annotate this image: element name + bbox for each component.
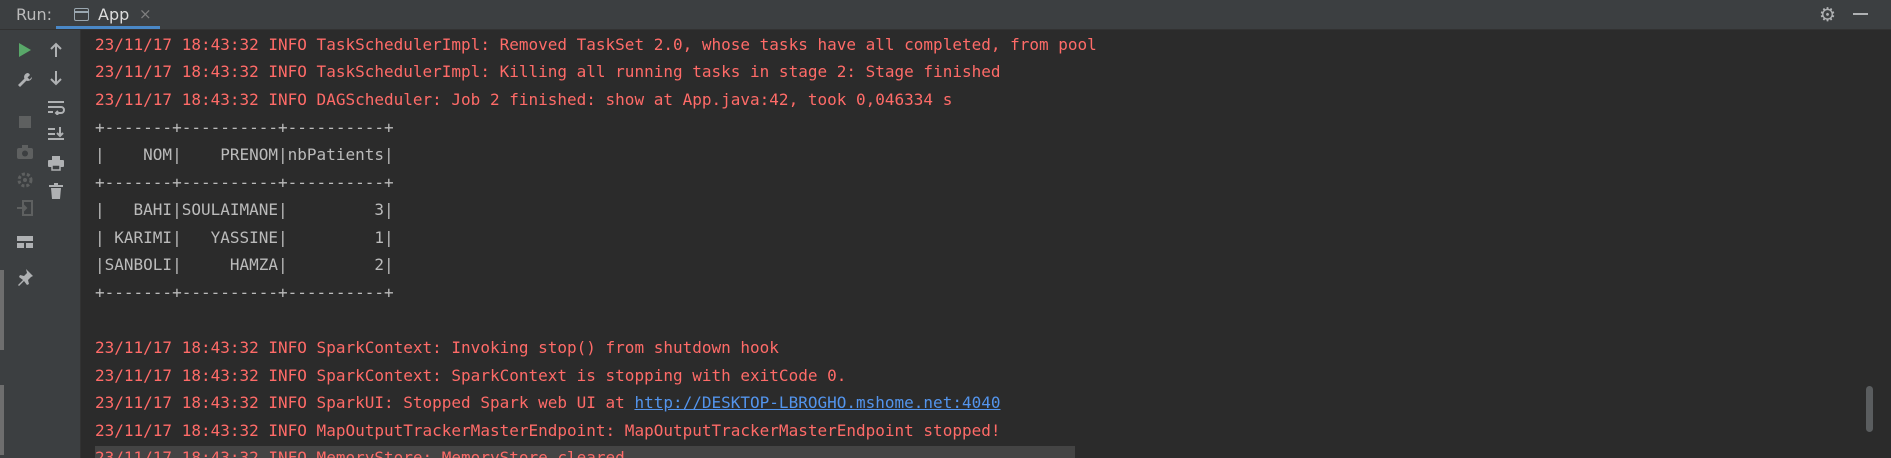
log-line: 23/11/17 18:43:32 INFO SparkContext: Inv… — [95, 338, 779, 357]
rerun-icon[interactable] — [12, 37, 38, 63]
scroll-up-icon[interactable] — [43, 37, 69, 63]
settings-gear-icon[interactable]: ⚙ — [1819, 4, 1836, 26]
print-icon[interactable] — [43, 150, 69, 176]
table-row: |SANBOLI| HAMZA| 2| — [95, 255, 394, 274]
tab-active-indicator — [56, 26, 160, 29]
log-line: 23/11/17 18:43:32 INFO TaskSchedulerImpl… — [95, 62, 1001, 81]
vertical-scrollbar[interactable] — [1863, 30, 1891, 458]
log-line: 23/11/17 18:43:32 INFO SparkContext: Spa… — [95, 366, 847, 385]
exit-icon[interactable] — [12, 195, 38, 221]
scroll-to-end-icon[interactable] — [43, 121, 69, 147]
soft-wrap-icon[interactable] — [43, 94, 69, 120]
table-border: +-------+----------+----------+ — [95, 173, 394, 192]
table-row: | KARIMI| YASSINE| 1| — [95, 228, 394, 247]
gear-disabled-icon[interactable] — [12, 167, 38, 193]
scroll-down-icon[interactable] — [43, 65, 69, 91]
run-toolbar — [6, 30, 81, 458]
table-border: +-------+----------+----------+ — [95, 283, 394, 302]
spark-ui-link[interactable]: http://DESKTOP-LBROGHO.mshome.net:4040 — [634, 393, 1000, 412]
edge-tab-marker[interactable] — [0, 385, 4, 455]
trash-icon[interactable] — [43, 178, 69, 204]
table-header-row: | NOM| PRENOM|nbPatients| — [95, 145, 394, 164]
log-line: 23/11/17 18:43:32 INFO MapOutputTrackerM… — [95, 421, 1001, 440]
table-row: | BAHI|SOULAIMANE| 3| — [95, 200, 394, 219]
log-line: 23/11/17 18:43:32 INFO SparkUI: Stopped … — [95, 393, 1000, 413]
layout-icon[interactable] — [12, 229, 38, 255]
window-icon — [74, 8, 89, 21]
run-tool-window-header: Run: App × ⚙ — [0, 0, 1891, 30]
log-line: 23/11/17 18:43:32 INFO MemoryStore: Memo… — [95, 448, 625, 458]
camera-icon[interactable] — [12, 139, 38, 165]
scrollbar-thumb[interactable] — [1866, 386, 1873, 432]
edge-tab-marker[interactable] — [0, 270, 4, 350]
tab-app-label: App — [98, 5, 130, 24]
pin-icon[interactable] — [12, 264, 38, 290]
settings-wrench-icon[interactable] — [12, 67, 38, 93]
stop-icon[interactable] — [12, 109, 38, 135]
console-output[interactable]: 23/11/17 18:43:32 INFO TaskSchedulerImpl… — [81, 30, 1863, 458]
log-line: 23/11/17 18:43:32 INFO TaskSchedulerImpl… — [95, 35, 1097, 54]
close-icon[interactable]: × — [139, 5, 152, 23]
run-label: Run: — [16, 5, 53, 24]
tab-app[interactable]: App × — [56, 0, 160, 29]
minimize-icon[interactable] — [1853, 13, 1868, 15]
table-border: +-------+----------+----------+ — [95, 118, 394, 137]
log-line-text: 23/11/17 18:43:32 INFO SparkUI: Stopped … — [95, 393, 635, 412]
log-line: 23/11/17 18:43:32 INFO DAGScheduler: Job… — [95, 90, 953, 109]
